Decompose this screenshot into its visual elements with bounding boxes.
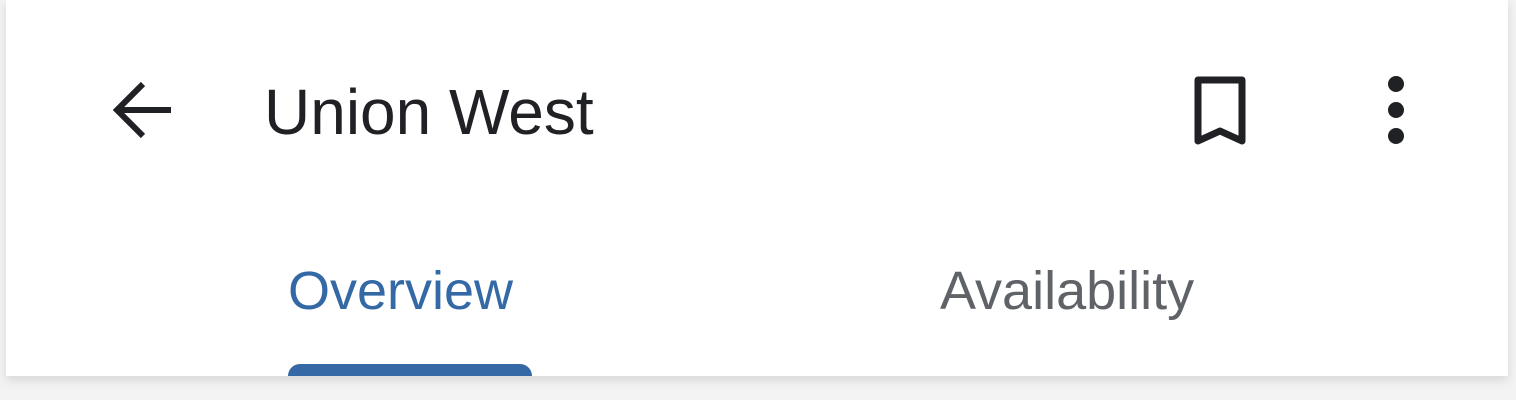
more-options-button[interactable] bbox=[1350, 66, 1442, 158]
app-bar: Union West Overview Availability bbox=[6, 0, 1508, 376]
page-title: Union West bbox=[264, 76, 594, 148]
tab-availability-label: Availability bbox=[940, 261, 1195, 321]
bookmark-button[interactable] bbox=[1174, 66, 1266, 158]
tab-overview-label: Overview bbox=[288, 261, 514, 321]
arrow-back-icon bbox=[107, 75, 177, 150]
tab-availability[interactable]: Availability bbox=[757, 226, 1508, 376]
more-vert-icon bbox=[1386, 75, 1406, 150]
tab-overview[interactable]: Overview bbox=[6, 226, 757, 376]
tab-bar: Overview Availability bbox=[6, 226, 1508, 376]
tab-selected-indicator bbox=[288, 364, 532, 376]
bookmark-outline-icon bbox=[1190, 73, 1250, 152]
back-button[interactable] bbox=[96, 66, 188, 158]
